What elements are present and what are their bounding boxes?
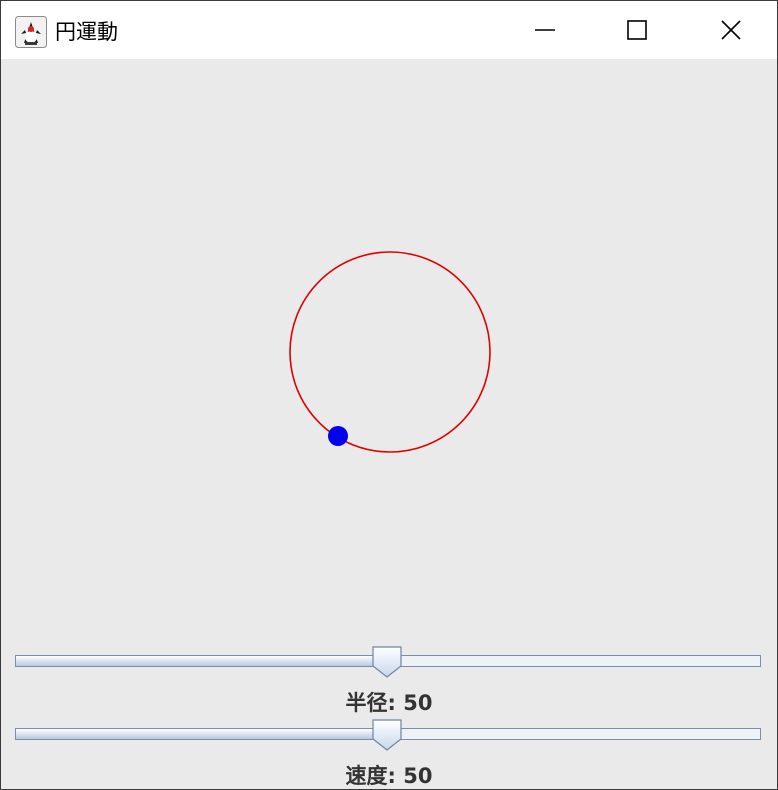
radius-label: 半径: 50 bbox=[345, 691, 433, 715]
title-bar[interactable]: 円運動 bbox=[1, 1, 777, 59]
window-title: 円運動 bbox=[55, 20, 118, 44]
radius-slider[interactable] bbox=[15, 646, 761, 678]
orbit-circle bbox=[289, 251, 491, 453]
maximize-icon bbox=[627, 20, 647, 40]
maximize-button[interactable] bbox=[591, 1, 683, 59]
speed-slider[interactable] bbox=[15, 719, 761, 751]
minimize-button[interactable] bbox=[499, 1, 591, 59]
radius-slider-thumb[interactable] bbox=[372, 646, 402, 680]
radius-slider-fill bbox=[16, 656, 388, 666]
animation-svg bbox=[289, 251, 491, 453]
app-window: 円運動 半径: 50 速度: 50 bbox=[0, 0, 778, 790]
animation-canvas bbox=[1, 59, 777, 643]
speed-slider-fill bbox=[16, 729, 388, 739]
moving-ball bbox=[328, 426, 348, 446]
speed-slider-thumb[interactable] bbox=[372, 719, 402, 753]
close-button[interactable] bbox=[685, 1, 777, 59]
close-icon bbox=[721, 20, 741, 40]
java-duke-icon bbox=[15, 16, 47, 48]
speed-label: 速度: 50 bbox=[345, 764, 433, 788]
minimize-icon bbox=[535, 29, 555, 31]
